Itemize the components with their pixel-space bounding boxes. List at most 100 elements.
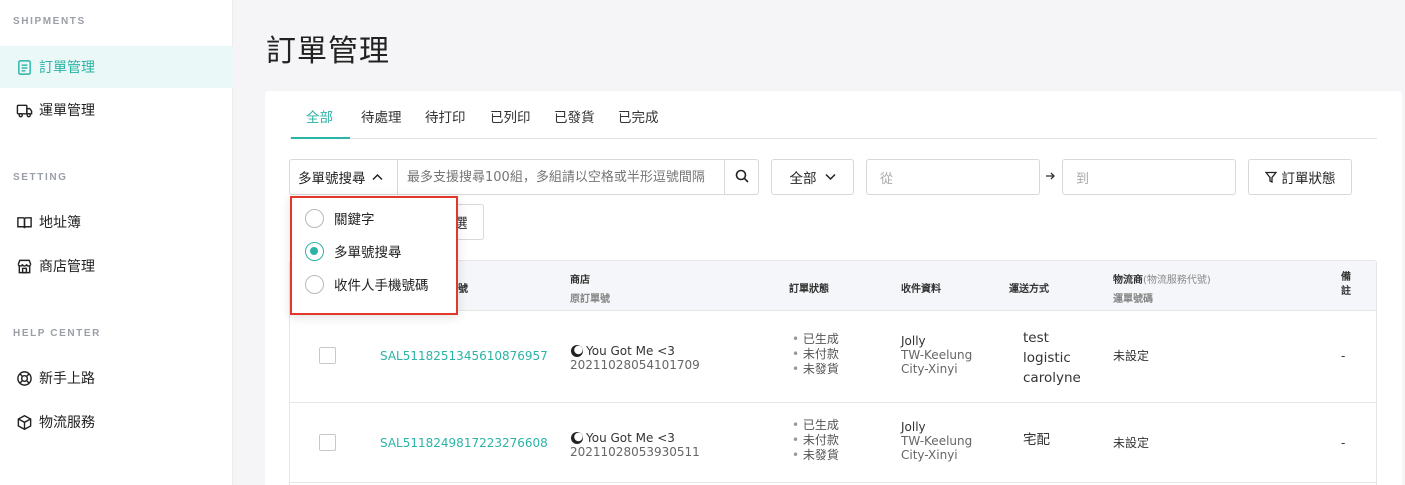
header-remark-line-2: 註: [1341, 286, 1351, 297]
sidebar-item-stores[interactable]: 商店管理: [0, 245, 233, 287]
store-name: You Got Me <3: [586, 344, 675, 358]
row-checkbox[interactable]: [319, 434, 336, 451]
status-unshipped: 未發貨: [792, 362, 839, 377]
search-type-label: 多單號搜尋: [298, 171, 366, 187]
header-waybill-no: 運單號碼: [1113, 294, 1153, 305]
package-icon: [15, 413, 33, 431]
sidebar-item-label: 地址簿: [39, 215, 81, 231]
original-order-no: 20211028053930511: [570, 445, 700, 459]
order-status-list: 已生成 未付款 未發貨: [792, 418, 839, 463]
lifebuoy-icon: [15, 369, 33, 387]
tab-pending[interactable]: 待處理: [361, 106, 402, 139]
recipient-address-line-1: TW-Keelung: [901, 348, 973, 362]
search-button[interactable]: [724, 160, 758, 194]
search-icon: [735, 168, 749, 187]
tab-all[interactable]: 全部: [291, 106, 350, 139]
sidebar-item-orders[interactable]: 訂單管理: [0, 46, 233, 88]
store-cell: You Got Me <3 20211028053930511: [570, 431, 700, 459]
status-generated: 已生成: [792, 418, 839, 433]
sidebar-item-label: 運單管理: [39, 103, 95, 119]
sidebar-item-label: 新手上路: [39, 371, 95, 387]
search-input[interactable]: [398, 160, 724, 194]
header-carrier-label: 物流商: [1113, 275, 1143, 286]
shipping-method: 宅配: [1023, 432, 1050, 448]
row-checkbox[interactable]: [319, 347, 336, 364]
order-number-link[interactable]: SAL5118249817223276608: [380, 436, 548, 450]
status-generated: 已生成: [792, 332, 839, 347]
radio-unselected: [305, 274, 324, 294]
tab-printed[interactable]: 已列印: [490, 106, 531, 139]
tab-completed[interactable]: 已完成: [618, 106, 659, 139]
header-carrier: 物流商(物流服務代號) 運單號碼: [1113, 271, 1211, 305]
tab-shipped[interactable]: 已發貨: [554, 106, 595, 139]
shipping-line-2: logistic: [1023, 350, 1071, 366]
scope-select-label: 全部: [789, 171, 817, 187]
tab-to-print[interactable]: 待打印: [425, 106, 466, 139]
option-recipient-phone[interactable]: 收件人手機號碼: [305, 274, 429, 294]
store-logo-icon: [570, 431, 584, 445]
scope-select[interactable]: 全部: [771, 159, 854, 195]
option-label: 多單號搜尋: [334, 245, 402, 261]
option-keyword[interactable]: 關鍵字: [305, 208, 375, 228]
header-store: 商店 原訂單號: [570, 271, 610, 305]
header-order-no: 號: [458, 284, 468, 295]
radio-unselected: [305, 208, 324, 228]
sidebar-item-label: 商店管理: [39, 259, 95, 275]
sidebar-item-label: 物流服務: [39, 415, 95, 431]
section-title-setting: SETTING: [13, 172, 68, 183]
document-list-icon: [15, 58, 33, 76]
date-to-placeholder: 到: [1076, 171, 1090, 187]
store-cell: You Got Me <3 20211028054101709: [570, 344, 700, 372]
status-tabs: 全部 待處理 待打印 已列印 已發貨 已完成: [290, 94, 1377, 139]
recipient-name: Jolly: [901, 420, 926, 434]
page-title: 訂單管理: [266, 34, 390, 69]
chevron-up-icon: [371, 171, 383, 184]
sidebar-item-waybills[interactable]: 運單管理: [0, 89, 233, 131]
header-recipient: 收件資料: [901, 284, 941, 295]
radio-selected: [305, 241, 324, 261]
date-from-input[interactable]: 從: [866, 159, 1040, 195]
shipping-line-3: carolyne: [1023, 370, 1081, 386]
date-from-placeholder: 從: [880, 171, 894, 187]
filter-icon: [1264, 171, 1277, 183]
option-label: 關鍵字: [334, 212, 375, 228]
shipping-method: test logistic carolyne: [1023, 328, 1081, 388]
recipient-address-line-2: City-Xinyi: [901, 448, 958, 462]
arrow-right-icon: [1045, 170, 1055, 184]
recipient-cell: Jolly TW-Keelung City-Xinyi: [901, 420, 972, 462]
order-status-list: 已生成 未付款 未發貨: [792, 332, 839, 377]
remark-cell: -: [1341, 349, 1346, 363]
table-row: SAL5118249817223276608 You Got Me <3 202…: [290, 403, 1376, 483]
remark-cell: -: [1341, 436, 1346, 450]
store-name: You Got Me <3: [586, 431, 675, 445]
recipient-address-line-1: TW-Keelung: [901, 434, 973, 448]
carrier-cell: 未設定: [1113, 349, 1150, 363]
header-remark: 備 註: [1341, 271, 1351, 299]
store-icon: [15, 257, 33, 275]
book-icon: [15, 213, 33, 231]
header-original-no: 原訂單號: [570, 294, 610, 305]
sidebar: SHIPMENTS 訂單管理 運單管理 SETTING 地址簿 商店管理 HEL…: [0, 0, 233, 485]
section-title-shipments: SHIPMENTS: [13, 16, 86, 27]
store-logo-icon: [570, 344, 584, 358]
order-status-filter-button[interactable]: 訂單狀態: [1248, 159, 1352, 195]
sidebar-item-address-book[interactable]: 地址簿: [0, 201, 233, 243]
option-multi-order-search[interactable]: 多單號搜尋: [305, 241, 402, 261]
header-shipping: 運送方式: [1009, 284, 1049, 295]
sidebar-item-getting-started[interactable]: 新手上路: [0, 357, 233, 399]
truck-icon: [15, 101, 33, 119]
recipient-cell: Jolly TW-Keelung City-Xinyi: [901, 334, 972, 376]
header-order-status: 訂單狀態: [789, 284, 829, 295]
recipient-address-line-2: City-Xinyi: [901, 362, 958, 376]
status-unpaid: 未付款: [792, 433, 839, 448]
chevron-down-icon: [824, 169, 836, 185]
sidebar-item-logistics[interactable]: 物流服務: [0, 401, 233, 443]
search-type-select[interactable]: 多單號搜尋: [290, 160, 398, 194]
order-number-link[interactable]: SAL5118251345610876957: [380, 349, 548, 363]
option-label: 收件人手機號碼: [334, 278, 429, 294]
header-carrier-code: (物流服務代號): [1143, 275, 1211, 286]
table-row: SAL5118251345610876957 You Got Me <3 202…: [290, 311, 1376, 403]
search-group: 多單號搜尋: [289, 159, 759, 195]
date-to-input[interactable]: 到: [1062, 159, 1236, 195]
header-remark-line-1: 備: [1341, 272, 1351, 283]
